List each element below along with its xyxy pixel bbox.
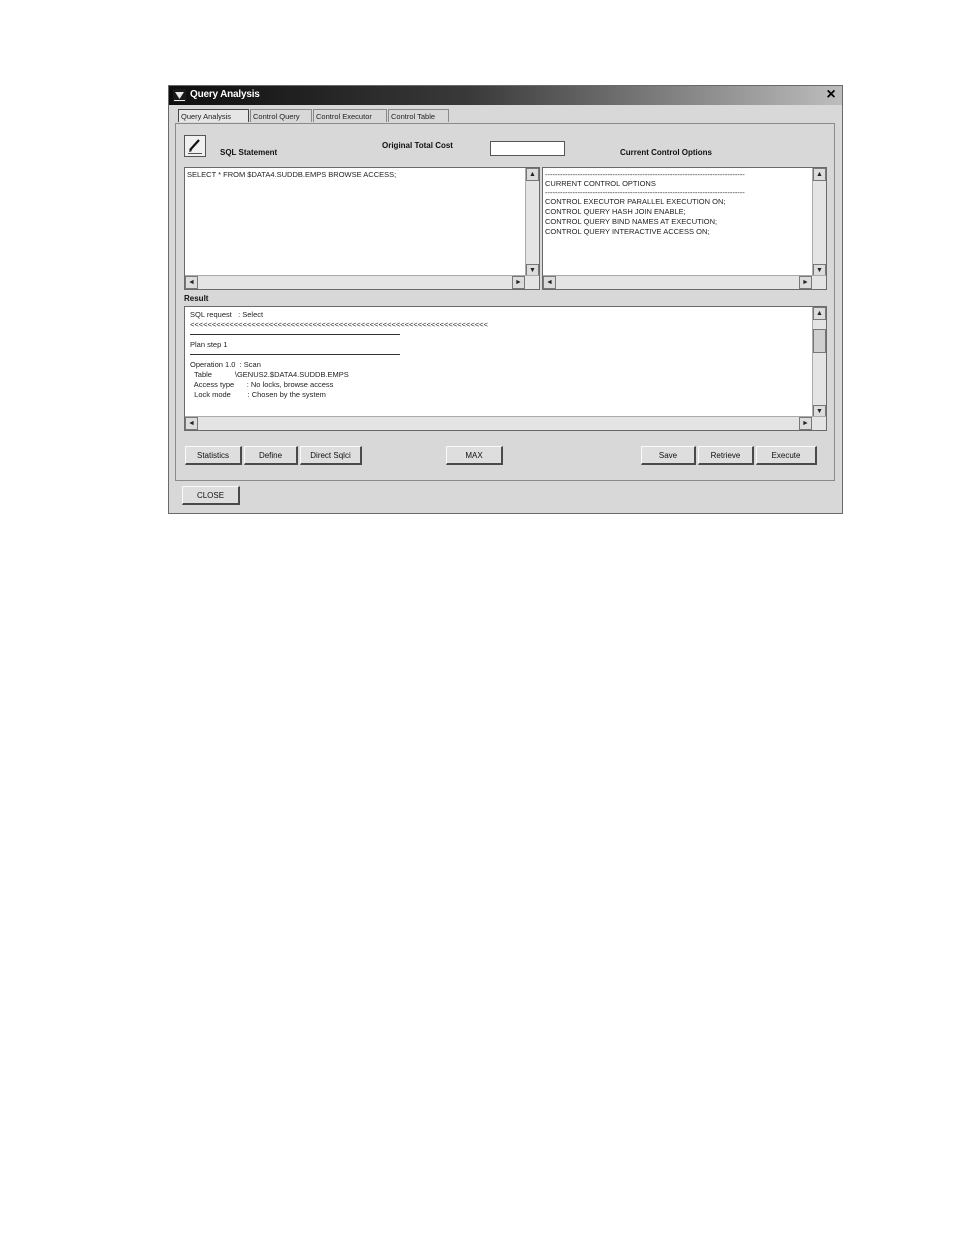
result-line: Plan step 1 bbox=[190, 340, 228, 349]
scroll-left-icon[interactable]: ◄ bbox=[185, 276, 198, 289]
control-options-line: CONTROL QUERY BIND NAMES AT EXECUTION; bbox=[545, 217, 718, 226]
save-button[interactable]: Save bbox=[641, 446, 696, 465]
sql-vertical-scrollbar[interactable]: ▲ ▼ bbox=[525, 168, 539, 277]
scroll-left-icon[interactable]: ◄ bbox=[543, 276, 556, 289]
control-options-line: CONTROL EXECUTOR PARALLEL EXECUTION ON; bbox=[545, 197, 726, 206]
original-total-cost-label: Original Total Cost bbox=[382, 141, 453, 150]
tab-query-analysis[interactable]: Query Analysis bbox=[178, 109, 249, 122]
sql-edit-icon[interactable] bbox=[184, 135, 206, 157]
control-options-vertical-scrollbar[interactable]: ▲ ▼ bbox=[812, 168, 826, 277]
tab-control-table[interactable]: Control Table bbox=[388, 109, 449, 122]
scroll-left-icon[interactable]: ◄ bbox=[185, 417, 198, 430]
result-line: Lock mode : Chosen by the system bbox=[190, 390, 326, 399]
retrieve-button[interactable]: Retrieve bbox=[698, 446, 754, 465]
close-window-icon[interactable]: × bbox=[824, 86, 838, 103]
control-options-line: ----------------------------------------… bbox=[545, 188, 745, 197]
result-line: Table \GENUS2.$DATA4.SUDDB.EMPS bbox=[190, 370, 349, 379]
title-bar: Query Analysis × bbox=[169, 86, 842, 105]
window-title: Query Analysis bbox=[190, 89, 260, 100]
direct-sqlci-button[interactable]: Direct Sqlci bbox=[300, 446, 362, 465]
result-line: Operation 1.0 : Scan bbox=[190, 360, 261, 369]
execute-button[interactable]: Execute bbox=[756, 446, 817, 465]
tab-control-executor[interactable]: Control Executor bbox=[313, 109, 387, 122]
current-control-options-label: Current Control Options bbox=[620, 148, 712, 157]
result-horizontal-scrollbar[interactable]: ◄ ► bbox=[185, 416, 826, 430]
define-button[interactable]: Define bbox=[244, 446, 298, 465]
scroll-up-icon[interactable]: ▲ bbox=[526, 168, 539, 181]
tab-control-query[interactable]: Control Query bbox=[250, 109, 312, 122]
sql-horizontal-scrollbar[interactable]: ◄ ► bbox=[185, 275, 539, 289]
result-separator bbox=[190, 354, 400, 355]
result-label: Result bbox=[184, 294, 209, 303]
app-icon bbox=[173, 89, 186, 102]
scroll-up-icon[interactable]: ▲ bbox=[813, 168, 826, 181]
scroll-right-icon[interactable]: ► bbox=[512, 276, 525, 289]
control-options-line: ----------------------------------------… bbox=[545, 171, 745, 179]
control-options-line: CONTROL QUERY INTERACTIVE ACCESS ON; bbox=[545, 227, 710, 236]
scroll-right-icon[interactable]: ► bbox=[799, 276, 812, 289]
result-line bbox=[190, 330, 790, 340]
pen-icon bbox=[188, 139, 202, 154]
sql-statement-label: SQL Statement bbox=[220, 148, 278, 157]
max-button[interactable]: MAX bbox=[446, 446, 503, 465]
control-options-line: CONTROL QUERY HASH JOIN ENABLE; bbox=[545, 207, 686, 216]
scroll-up-icon[interactable]: ▲ bbox=[813, 307, 826, 320]
result-line bbox=[190, 350, 790, 360]
close-button[interactable]: CLOSE bbox=[182, 486, 240, 505]
sql-statement-textarea[interactable]: SELECT * FROM $DATA4.SUDDB.EMPS BROWSE A… bbox=[184, 167, 540, 290]
original-total-cost-field[interactable] bbox=[490, 141, 565, 156]
control-options-horizontal-scrollbar[interactable]: ◄ ► bbox=[543, 275, 826, 289]
result-textarea[interactable]: SQL request : Select <<<<<<<<<<<<<<<<<<<… bbox=[184, 306, 827, 431]
query-analysis-window: Query Analysis × Query Analysis Control … bbox=[168, 85, 843, 514]
control-options-textarea[interactable]: ----------------------------------------… bbox=[542, 167, 827, 290]
query-analysis-panel: SQL Statement Original Total Cost Curren… bbox=[175, 123, 835, 481]
result-vertical-scrollbar[interactable]: ▲ ▼ bbox=[812, 307, 826, 418]
sql-statement-text: SELECT * FROM $DATA4.SUDDB.EMPS BROWSE A… bbox=[187, 170, 397, 179]
scroll-right-icon[interactable]: ► bbox=[799, 417, 812, 430]
scroll-thumb[interactable] bbox=[813, 329, 826, 353]
result-separator bbox=[190, 334, 400, 335]
result-line: Access type : No locks, browse access bbox=[190, 380, 334, 389]
statistics-button[interactable]: Statistics bbox=[185, 446, 242, 465]
result-line: SQL request : Select bbox=[190, 310, 264, 319]
result-line: <<<<<<<<<<<<<<<<<<<<<<<<<<<<<<<<<<<<<<<<… bbox=[190, 320, 488, 329]
